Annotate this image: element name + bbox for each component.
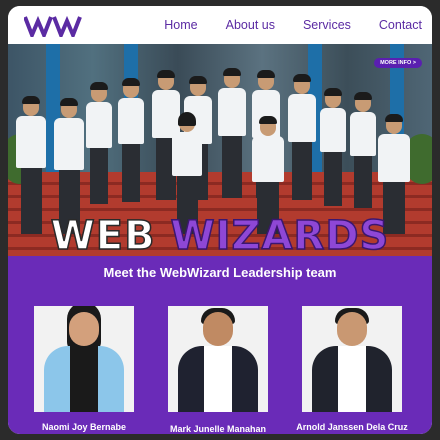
member-photo [34, 306, 134, 412]
hero-title: WEB WIZARDS [8, 212, 432, 260]
member-photo [302, 306, 402, 412]
photo-person [86, 82, 112, 204]
ww-logo-icon[interactable] [24, 15, 82, 37]
navbar: Home About us Services Contact [8, 6, 432, 44]
member-name: Arnold Janssen Dela Cruz [296, 422, 408, 432]
nav-home-link[interactable]: Home [164, 18, 197, 32]
nav-services-link[interactable]: Services [303, 18, 351, 32]
hero-title-wizards: WIZARDS [170, 212, 390, 260]
photo-person [350, 92, 376, 208]
nav-contact-link[interactable]: Contact [379, 18, 422, 32]
member-name: Naomi Joy Bernabe [41, 422, 127, 432]
nav-links: Home About us Services Contact [164, 6, 422, 44]
member-name: Mark Junelle Manahan [169, 424, 267, 434]
nav-about-link[interactable]: About us [226, 18, 275, 32]
member-photo [168, 306, 268, 412]
photo-person [320, 88, 346, 206]
leadership-heading: Meet the WebWizard Leadership team [103, 265, 337, 280]
photo-person [288, 74, 316, 202]
photo-person [218, 68, 246, 200]
page-frame: Home About us Services Contact MORE INFO… [8, 6, 432, 434]
leadership-section: Meet the WebWizard Leadership team [8, 256, 432, 434]
photo-person [118, 78, 144, 202]
hero-title-web: WEB [50, 212, 156, 260]
more-info-button[interactable]: MORE INFO > [374, 58, 422, 68]
